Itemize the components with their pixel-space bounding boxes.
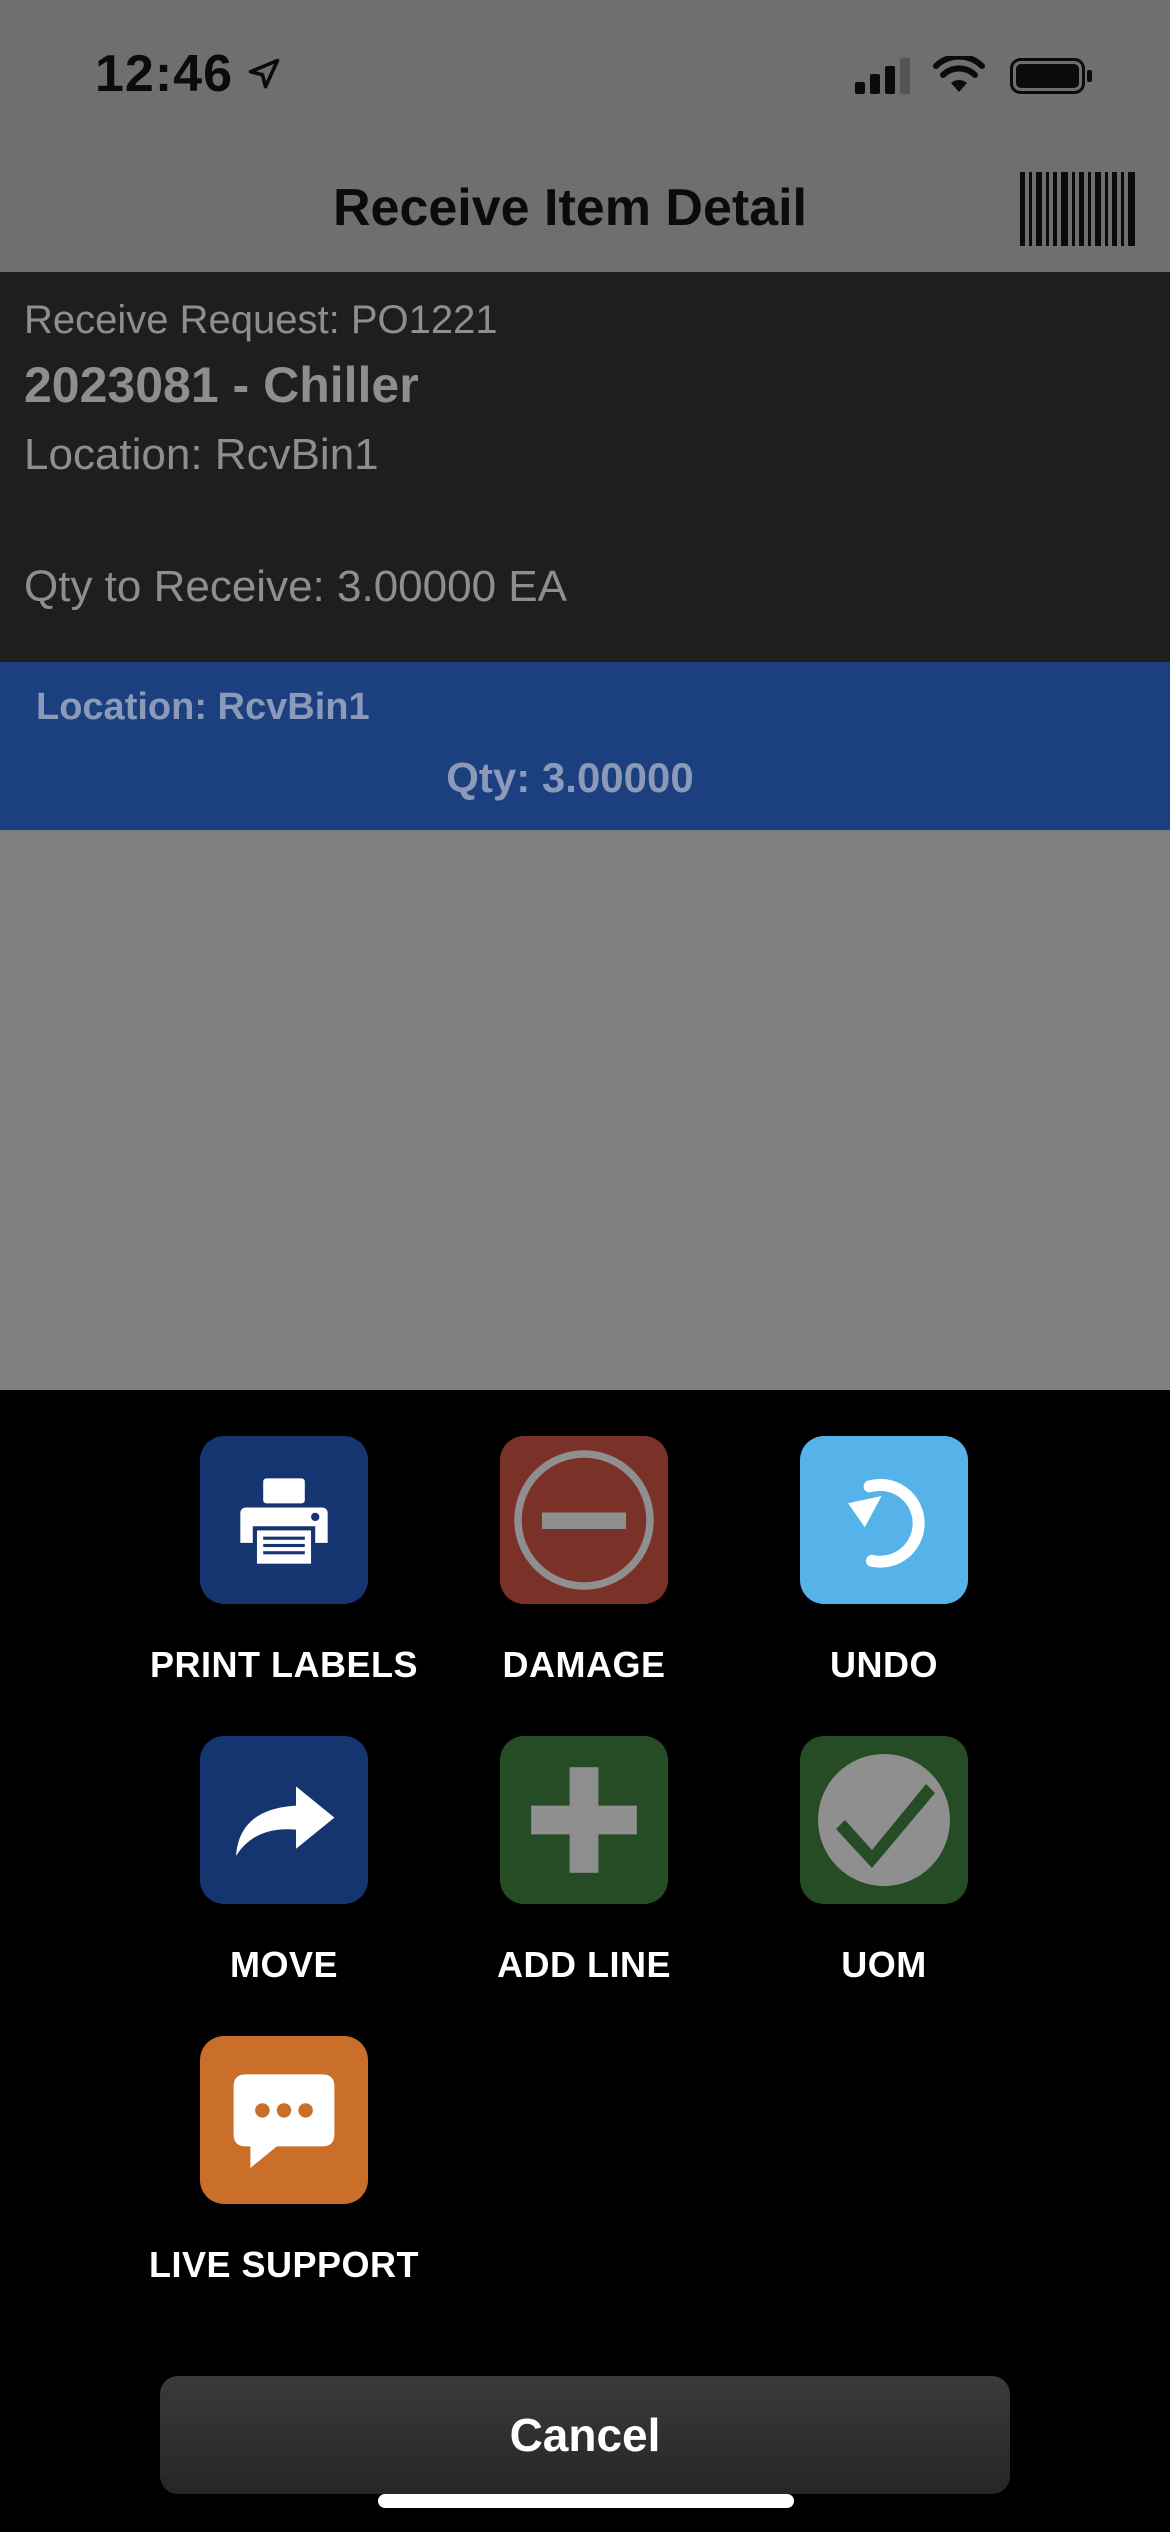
receive-line-row[interactable]: Location: RcvBin1 Qty: 3.00000	[0, 662, 1170, 830]
live-support-label: LIVE SUPPORT	[148, 2244, 420, 2285]
print-labels-label: PRINT LABELS	[149, 1644, 418, 1685]
action-sheet: PRINT LABELS DAMAGE UNDO MOVE ADD LINE U…	[0, 1390, 1170, 2532]
undo-label: UNDO	[830, 1644, 938, 1685]
item-detail-panel: Receive Request: PO1221 2023081 - Chille…	[0, 272, 1170, 662]
barcode-scan-icon[interactable]	[1018, 172, 1140, 246]
damage-label: DAMAGE	[502, 1644, 666, 1685]
add-line-action[interactable]: ADD LINE	[434, 1736, 734, 1986]
item-title: 2023081 - Chiller	[24, 357, 419, 413]
check-circle-icon	[818, 1754, 950, 1886]
wifi-icon	[933, 56, 985, 92]
battery-icon	[1010, 58, 1092, 94]
printer-icon	[240, 1478, 328, 1564]
move-button[interactable]	[200, 1736, 368, 1904]
location-arrow-icon	[248, 58, 280, 89]
move-label: MOVE	[229, 1944, 338, 1985]
qty-to-receive: Qty to Receive: 3.00000 EA	[24, 562, 567, 611]
move-action[interactable]: MOVE	[134, 1736, 434, 1986]
add-line-button[interactable]	[500, 1736, 668, 1904]
plus-icon	[531, 1767, 637, 1873]
chat-bubble-icon	[233, 2074, 335, 2168]
uom-button[interactable]	[800, 1736, 968, 1904]
receive-request-label: Receive Request: PO1221	[24, 298, 498, 342]
cancel-button[interactable]: Cancel	[160, 2376, 1010, 2494]
uom-label: UOM	[841, 1944, 927, 1985]
line-location: Location: RcvBin1	[36, 686, 370, 728]
app-header: 12:46 Receive Item Detail	[0, 0, 1170, 272]
list-empty-area	[0, 830, 1170, 1390]
undo-icon	[848, 1478, 925, 1568]
live-support-action[interactable]: LIVE SUPPORT	[134, 2036, 434, 2286]
live-support-button[interactable]	[200, 2036, 368, 2204]
item-location: Location: RcvBin1	[24, 430, 379, 479]
damage-button[interactable]	[500, 1436, 668, 1604]
uom-action[interactable]: UOM	[734, 1736, 1034, 1986]
print-labels-action[interactable]: PRINT LABELS	[134, 1436, 434, 1686]
cellular-signal-icon	[855, 58, 910, 94]
page-title: Receive Item Detail	[332, 179, 808, 237]
add-line-label: ADD LINE	[497, 1944, 671, 1985]
status-time: 12:46	[95, 45, 233, 103]
line-qty: Qty: 3.00000	[446, 754, 694, 801]
minus-circle-icon	[514, 1450, 654, 1590]
undo-button[interactable]	[800, 1436, 968, 1604]
print-labels-button[interactable]	[200, 1436, 368, 1604]
undo-action[interactable]: UNDO	[734, 1436, 1034, 1686]
damage-action[interactable]: DAMAGE	[434, 1436, 734, 1686]
forward-arrow-icon	[236, 1786, 335, 1856]
home-indicator	[378, 2494, 794, 2508]
